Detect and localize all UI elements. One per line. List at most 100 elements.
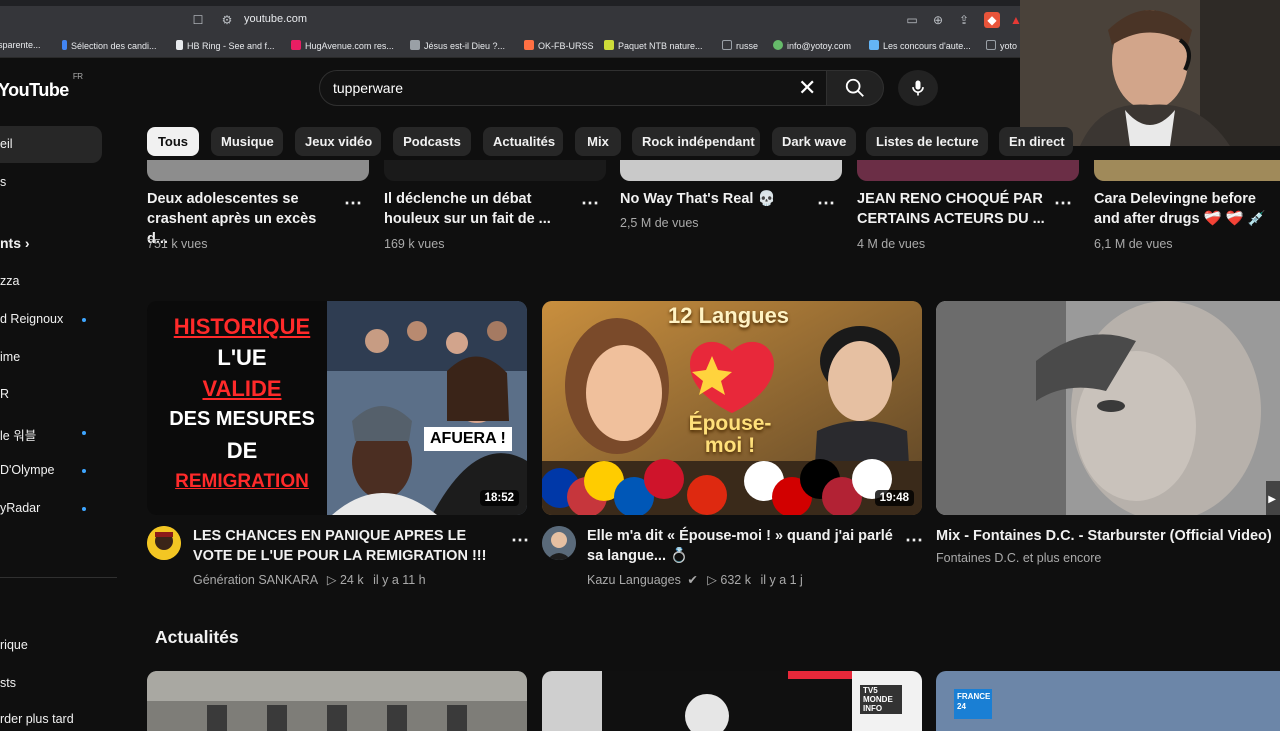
sidebar-item-channel[interactable]: ime: [0, 350, 20, 364]
thumbnail-text: DES MESURES: [169, 408, 315, 430]
bookmark-item[interactable]: Sélection des candi...: [62, 40, 157, 51]
sidebar-item-shorts[interactable]: s: [0, 175, 6, 189]
chip-indie-rock[interactable]: Rock indépendant: [632, 127, 760, 156]
chip-playlists[interactable]: Listes de lecture: [866, 127, 988, 156]
sidebar-item-channel[interactable]: R: [0, 387, 9, 401]
sidebar-item-history[interactable]: rique: [0, 638, 28, 652]
video-title[interactable]: Cara Delevingne before and after drugs ❤…: [1094, 189, 1280, 229]
video-views: 6,1 M de vues: [1094, 237, 1173, 251]
search-query[interactable]: tupperware: [333, 80, 403, 96]
chip-all[interactable]: Tous: [147, 127, 199, 156]
search-input[interactable]: tupperware ✕: [319, 70, 833, 106]
thumbnail-text: VALIDE: [202, 376, 282, 401]
video-duration: 19:48: [874, 490, 914, 506]
microphone-icon: [912, 80, 924, 96]
video-duration: 18:52: [479, 490, 519, 506]
video-thumbnail[interactable]: [1094, 160, 1280, 181]
search-button[interactable]: [826, 70, 884, 106]
channel-avatar[interactable]: [147, 526, 181, 560]
chip-music[interactable]: Musique: [211, 127, 283, 156]
more-options-icon[interactable]: ⋯: [817, 194, 835, 212]
video-title[interactable]: JEAN RENO CHOQUÉ PAR CERTAINS ACTEURS DU…: [857, 189, 1051, 229]
channel-avatar[interactable]: [542, 526, 576, 560]
channel-name[interactable]: Génération SANKARA: [193, 573, 317, 587]
url-text[interactable]: youtube.com: [244, 13, 307, 25]
bookmark-item[interactable]: Paquet NTB nature...: [604, 40, 703, 51]
video-thumbnail[interactable]: FRANCE 24: [936, 671, 1280, 731]
video-title[interactable]: Elle m'a dit « Épouse-moi ! » quand j'ai…: [587, 526, 897, 566]
video-thumbnail[interactable]: [384, 160, 606, 181]
thumbnail-text: DE: [226, 438, 258, 463]
video-thumbnail[interactable]: [857, 160, 1079, 181]
video-title[interactable]: LES CHANCES EN PANIQUE APRES LE VOTE DE …: [193, 526, 503, 566]
bookmark-item[interactable]: yoto: [986, 40, 1017, 51]
more-options-icon[interactable]: ⋯: [511, 531, 529, 549]
new-content-dot: [82, 431, 86, 435]
sidebar-item-channel[interactable]: d Reignoux: [0, 312, 63, 326]
video-thumbnail[interactable]: [620, 160, 842, 181]
upload-age: il y a 11 h: [373, 573, 426, 587]
sidebar-item-channel[interactable]: D'Olympe: [0, 463, 54, 477]
bookmark-item[interactable]: HB Ring - See and f...: [176, 40, 275, 51]
section-title: Actualités: [155, 627, 239, 647]
bookmark-item[interactable]: sparente...: [0, 40, 41, 50]
sidebar-item-channel[interactable]: zza: [0, 274, 19, 288]
bookmark-icon[interactable]: ☐: [190, 12, 206, 28]
youtube-logo[interactable]: YouTubeFR: [0, 72, 83, 101]
channel-logo-text: TV5 MONDE INFO: [860, 685, 902, 714]
sidebar-item-channel[interactable]: yRadar: [0, 501, 40, 515]
clear-search-icon[interactable]: ✕: [798, 76, 816, 100]
view-count: ▷ 632 k: [707, 573, 751, 587]
video-thumbnail[interactable]: 12 Langues Épouse-moi ! 19:48: [542, 301, 922, 515]
share-icon[interactable]: ⇪: [956, 12, 972, 28]
upload-age: il y a 1 j: [760, 573, 803, 587]
more-options-icon[interactable]: ⋯: [344, 194, 362, 212]
video-thumbnail[interactable]: [147, 160, 369, 181]
more-options-icon[interactable]: ⋯: [581, 194, 599, 212]
thumbnail-badge: AFUERA !: [424, 427, 512, 451]
chip-dark-wave[interactable]: Dark wave: [772, 127, 856, 156]
voice-search-button[interactable]: [898, 70, 938, 106]
video-title[interactable]: Mix - Fontaines D.C. - Starburster (Offi…: [936, 526, 1280, 546]
video-thumbnail[interactable]: TV5 MONDE INFO: [542, 671, 922, 731]
more-options-icon[interactable]: ⋯: [1054, 194, 1072, 212]
bookmark-item[interactable]: russe: [722, 40, 758, 51]
chip-mix[interactable]: Mix: [575, 127, 621, 156]
sidebar-active-highlight: [0, 126, 102, 163]
view-count: ▷ 24 k: [326, 573, 364, 587]
chip-news[interactable]: Actualités: [483, 127, 563, 156]
channel-name[interactable]: Fontaines D.C. et plus encore: [936, 551, 1101, 565]
mix-thumbnail[interactable]: ▶︎: [936, 301, 1280, 515]
chip-live[interactable]: En direct: [999, 127, 1073, 156]
mix-icon: ▶︎: [1268, 494, 1276, 505]
channel-name[interactable]: Kazu Languages: [587, 573, 681, 587]
zoom-icon[interactable]: ⊕: [930, 12, 946, 28]
thumbnail-text: L'UE: [217, 345, 267, 370]
bookmark-item[interactable]: info@yotoy.com: [773, 40, 851, 51]
chip-video-games[interactable]: Jeux vidéo: [295, 127, 381, 156]
video-title[interactable]: Il déclenche un débat houleux sur un fai…: [384, 189, 578, 229]
video-thumbnail[interactable]: [147, 671, 527, 731]
cast-icon[interactable]: ▭: [904, 12, 920, 28]
sidebar-item-channel[interactable]: le 워블: [0, 425, 36, 444]
bookmark-item[interactable]: Jésus est-il Dieu ?...: [410, 40, 505, 51]
new-content-dot: [82, 469, 86, 473]
more-options-icon[interactable]: ⋯: [905, 531, 923, 549]
new-content-dot: [82, 318, 86, 322]
bookmark-item[interactable]: HugAvenue.com res...: [291, 40, 394, 51]
video-title[interactable]: No Way That's Real 💀: [620, 189, 814, 209]
bookmark-item[interactable]: Les concours d'aute...: [869, 40, 971, 51]
video-views: 751 k vues: [147, 237, 208, 251]
sidebar-item-home[interactable]: eil: [0, 137, 13, 151]
sidebar-item-watch-later[interactable]: rder plus tard: [0, 712, 74, 726]
brave-shield-icon[interactable]: ◆: [984, 12, 1000, 28]
video-thumbnail[interactable]: HISTORIQUE L'UE VALIDE DES MESURES DE RE…: [147, 301, 527, 515]
chip-podcasts[interactable]: Podcasts: [393, 127, 471, 156]
video-views: 169 k vues: [384, 237, 445, 251]
bookmark-item[interactable]: OK-FB-URSS: [524, 40, 594, 51]
site-info-icon[interactable]: ⚙: [219, 12, 235, 28]
sidebar-item-playlists[interactable]: sts: [0, 676, 16, 690]
video-meta: Génération SANKARA ▷ 24 k il y a 11 h: [193, 572, 426, 587]
thumbnail-text: REMIGRATION: [175, 471, 309, 492]
sidebar-item-subscriptions[interactable]: nts ›: [0, 235, 30, 251]
